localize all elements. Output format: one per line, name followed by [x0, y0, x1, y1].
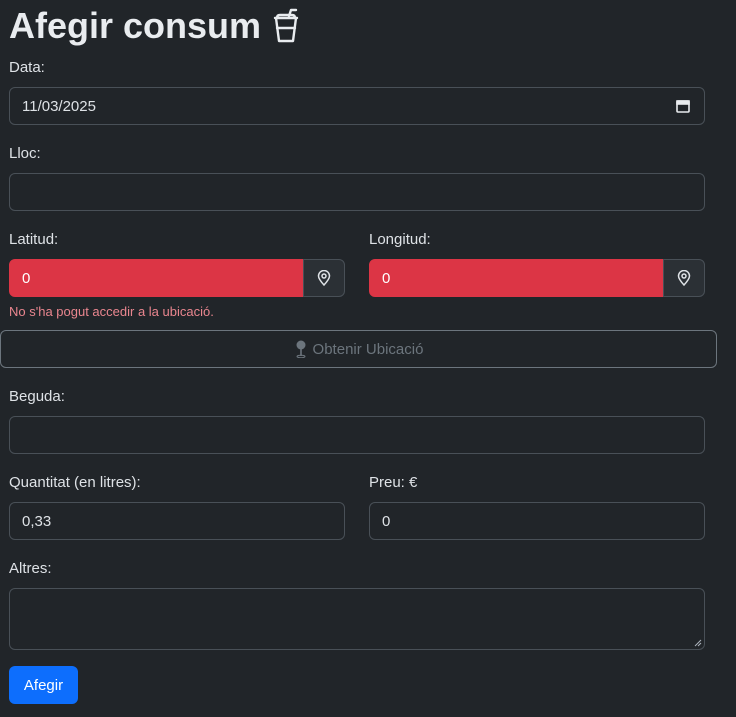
cup-straw-icon — [273, 8, 299, 43]
calendar-icon[interactable] — [676, 99, 690, 113]
place-label: Lloc: — [9, 145, 41, 162]
get-location-button[interactable]: Obtenir Ubicació — [0, 330, 717, 368]
price-input[interactable]: 0 — [369, 502, 705, 540]
date-label: Data: — [9, 59, 45, 76]
quantity-input[interactable]: 0,33 — [9, 502, 345, 540]
add-consumption-page: Afegir consum Data: 11/03/2025 Lloc: Lat… — [0, 0, 736, 717]
geo-alt-icon — [317, 270, 331, 286]
pin-icon — [296, 340, 306, 358]
submit-button-label: Afegir — [23, 676, 64, 694]
place-input[interactable] — [9, 173, 705, 211]
drink-label: Beguda: — [9, 388, 65, 405]
price-label: Preu: € — [369, 474, 418, 491]
price-input-value: 0 — [382, 512, 391, 530]
page-title-text: Afegir consum — [9, 5, 262, 46]
other-textarea[interactable] — [9, 588, 705, 650]
geo-alt-icon — [677, 270, 691, 286]
date-input-value: 11/03/2025 — [22, 97, 96, 115]
resize-handle-icon[interactable] — [694, 639, 702, 647]
longitude-label: Longitud: — [369, 231, 431, 248]
page-title: Afegir consum — [9, 4, 299, 48]
latitude-input-value: 0 — [22, 269, 31, 287]
latitude-label: Latitud: — [9, 231, 59, 248]
quantity-label: Quantitat (en litres): — [9, 474, 141, 491]
latitude-locate-button[interactable] — [303, 259, 345, 297]
longitude-input[interactable]: 0 — [369, 259, 664, 297]
date-input[interactable]: 11/03/2025 — [9, 87, 705, 125]
location-error-message: No s'ha pogut accedir a la ubicació. — [9, 304, 214, 319]
longitude-input-value: 0 — [382, 269, 391, 287]
latitude-input[interactable]: 0 — [9, 259, 304, 297]
drink-input[interactable] — [9, 416, 705, 454]
quantity-input-value: 0,33 — [22, 512, 52, 530]
submit-button[interactable]: Afegir — [9, 666, 78, 704]
get-location-button-label: Obtenir Ubicació — [312, 340, 424, 358]
other-label: Altres: — [9, 560, 52, 577]
longitude-locate-button[interactable] — [663, 259, 705, 297]
